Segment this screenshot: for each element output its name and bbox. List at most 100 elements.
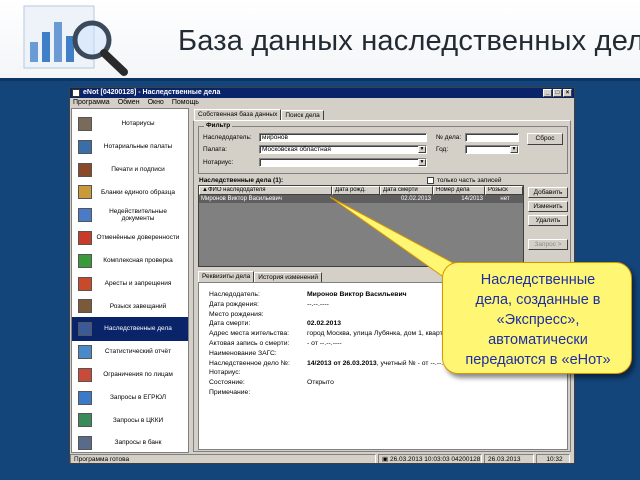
detail-label: Нотариус: [209, 369, 241, 377]
sidebar-item[interactable]: Статистический отчёт [72, 340, 188, 364]
reset-button[interactable]: Сброс [527, 133, 563, 145]
sidebar-item[interactable]: Нотариальные палаты [72, 135, 188, 159]
detail-label: Наименование ЗАГС: [209, 349, 277, 357]
sidebar-item[interactable]: Бланки единого образца [72, 180, 188, 204]
table-row[interactable]: Миронов Виктор Васильевич 02.02.2013 14/… [199, 195, 523, 203]
egrul-request-icon [78, 390, 92, 405]
detail-value: 02.02.2013 [307, 320, 342, 328]
menu-program[interactable]: Программа [73, 98, 110, 107]
sidebar-item-label: Отменённые доверенности [96, 234, 180, 242]
magnifier-chart-logo-icon [23, 5, 128, 76]
chevron-down-icon[interactable]: ▼ [510, 146, 518, 153]
sidebar-item[interactable]: Недействительные документы [72, 203, 188, 227]
maximize-icon[interactable]: □ [553, 89, 562, 97]
status-text: Программа готова [70, 454, 376, 463]
detail-label: Адрес места жительства: [209, 330, 290, 338]
add-button[interactable]: Добавить [528, 187, 568, 198]
year-label: Год: [436, 146, 449, 153]
sidebar-item[interactable]: Нотариусы [72, 112, 188, 136]
sidebar-item-label: Бланки единого образца [100, 188, 176, 196]
sidebar-item-label: Ограничения по лицам [103, 371, 173, 379]
menu-window[interactable]: Окно [148, 98, 164, 107]
sidebar-item-label: Нотариусы [121, 120, 155, 128]
detail-value: --.--.---- [307, 300, 329, 308]
filter-title: Фильтр [204, 122, 233, 129]
sidebar-item[interactable]: Отменённые доверенности [72, 226, 188, 250]
cell-death: 02.02.2013 [400, 196, 431, 202]
grid-caption: Наследственные дела (1): [199, 177, 284, 184]
sidebar-item[interactable]: Печати и подписи [72, 158, 188, 182]
chevron-down-icon[interactable]: ▼ [418, 146, 426, 153]
menu-help[interactable]: Помощь [172, 98, 199, 107]
sidebar-item[interactable]: Запросы в ЕГРЮЛ [72, 386, 188, 410]
col-header-case-number[interactable]: Номер дела [433, 186, 485, 195]
notary-select[interactable]: ▼ [259, 158, 427, 167]
menu-exchange[interactable]: Обмен [118, 98, 140, 107]
tskki-request-icon [78, 413, 92, 428]
case-number-label: № дела: [436, 134, 462, 141]
sidebar-item-label: Печати и подписи [111, 165, 165, 173]
window-titlebar[interactable]: eNot [04200128] - Наследственные дела _ … [70, 88, 574, 98]
sidebar-item-label: Запросы в ЕГРЮЛ [109, 393, 166, 401]
status-bar: Программа готова ▣ 26.03.2013 10:03:03 0… [70, 454, 574, 463]
minimize-icon[interactable]: _ [543, 89, 552, 97]
tab-own-database[interactable]: Собственная база данных [194, 109, 282, 120]
year-select[interactable]: ▼ [465, 145, 519, 154]
sidebar-item[interactable]: Комплексная проверка [72, 249, 188, 273]
sidebar-item[interactable]: Наследственные дела [72, 317, 188, 342]
case-number-input[interactable] [465, 133, 519, 142]
grid-header: ▲ФИО наследодателя Дата рожд. Дата смерт… [199, 186, 523, 195]
request-button[interactable]: Запрос > [528, 239, 568, 250]
sidebar-item-label: Розыск завещаний [109, 302, 167, 310]
callout-line: передаются в «еНот» [465, 352, 611, 368]
sidebar-item-label: Нотариальные палаты [103, 143, 173, 151]
sidebar-item[interactable]: Розыск завещаний [72, 294, 188, 318]
close-icon[interactable]: × [563, 89, 572, 97]
detail-label: Состояние: [209, 379, 245, 387]
cancelled-power-of-attorney-icon [78, 231, 92, 245]
callout-line: дела, созданные в [475, 292, 601, 308]
status-time: 10:32 [536, 454, 570, 463]
col-header-fio[interactable]: ▲ФИО наследодателя [199, 186, 332, 195]
window-title: eNot [04200128] - Наследственные дела [83, 89, 221, 96]
menu-bar: Программа Обмен Окно Помощь [70, 98, 574, 107]
chevron-down-icon[interactable]: ▼ [418, 159, 426, 166]
invalid-document-icon [78, 208, 92, 223]
testator-label: Наследодатель: [203, 134, 252, 141]
chamber-value: Московская областная [262, 146, 331, 153]
sidebar-item[interactable]: Аресты и запрещения [72, 272, 188, 296]
complex-check-icon [78, 253, 92, 268]
cell-search: нет [500, 196, 510, 202]
sidebar-item[interactable]: Запросы в банк [72, 431, 188, 452]
sidebar-item-label: Комплексная проверка [103, 257, 173, 265]
testator-input[interactable]: миронов [259, 133, 427, 142]
sidebar-item[interactable]: Ограничения по лицам [72, 363, 188, 387]
chamber-select[interactable]: Московская областная ▼ [259, 145, 427, 154]
delete-button[interactable]: Удалить [528, 215, 568, 226]
sidebar-item-label: Запросы в ЦККИ [112, 416, 164, 424]
tab-change-history[interactable]: История изменений [254, 272, 323, 282]
only-part-checkbox[interactable] [427, 177, 434, 184]
sidebar-item[interactable]: Запросы в ЦККИ [72, 408, 188, 432]
col-header-search[interactable]: Розыск [485, 186, 523, 195]
tab-case-search[interactable]: Поиск дела [281, 110, 324, 120]
col-header-birth[interactable]: Дата рожд. [332, 186, 380, 195]
stamp-icon [78, 162, 92, 177]
detail-value: город Москва, улица Лубянка, дом 1, квар… [307, 330, 447, 338]
detail-label: Актовая запись о смерти: [209, 340, 290, 347]
will-search-icon [78, 299, 92, 314]
detail-value: 14/2013 от 26.03.2013, учетный № - от --… [307, 359, 453, 367]
cell-birth [332, 195, 380, 203]
cases-grid[interactable]: ▲ФИО наследодателя Дата рожд. Дата смерт… [198, 185, 524, 267]
sidebar-item-label: Статистический отчёт [104, 348, 172, 356]
status-date: 26.03.2013 [484, 454, 534, 463]
edit-button[interactable]: Изменить [528, 201, 568, 212]
detail-label: Дата смерти: [209, 320, 251, 328]
detail-row: Примечание: [209, 389, 549, 398]
col-header-death[interactable]: Дата смерти [380, 186, 433, 195]
tab-case-details[interactable]: Реквизиты дела [198, 271, 255, 282]
notary-label: Нотариус: [203, 159, 234, 166]
person-restriction-icon [78, 367, 92, 382]
detail-label: Место рождения: [209, 310, 264, 318]
callout-line: автоматически [488, 332, 588, 348]
